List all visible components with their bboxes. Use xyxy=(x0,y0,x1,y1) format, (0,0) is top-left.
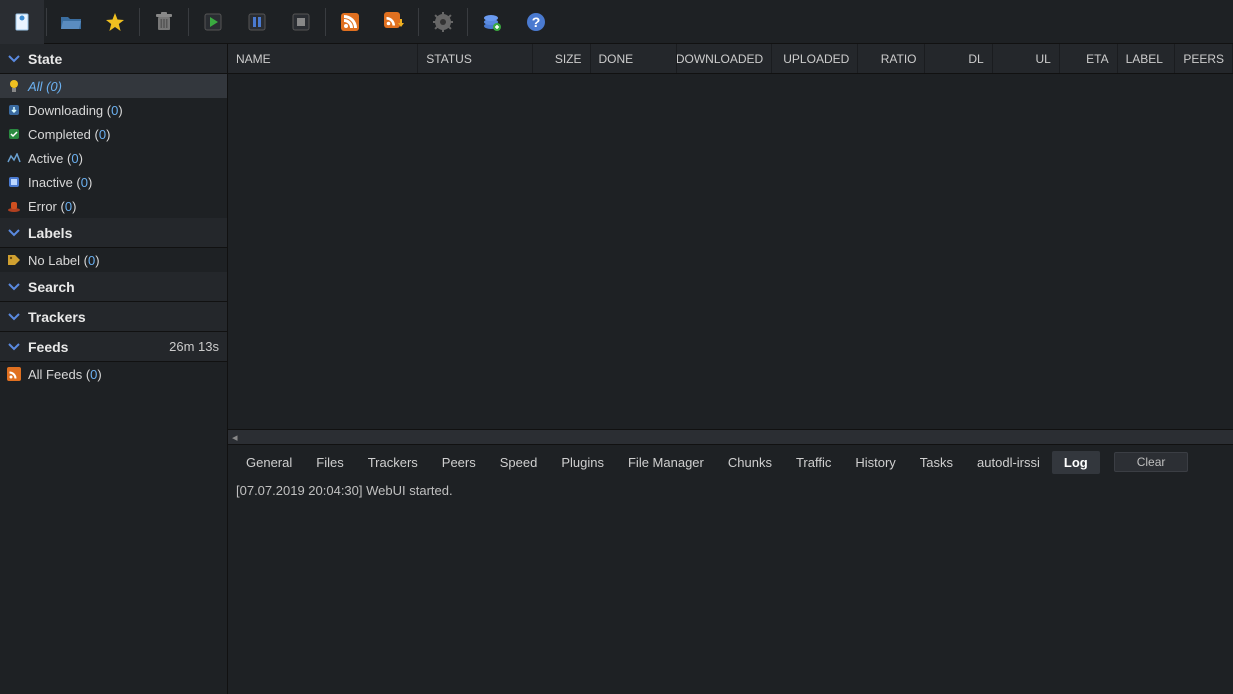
create-torrent-button[interactable] xyxy=(93,0,137,44)
sidebar-item-label: Inactive xyxy=(28,175,73,190)
sidebar-item-label: All Feeds xyxy=(28,367,82,382)
sidebar-state-header[interactable]: State xyxy=(0,44,227,74)
sidebar-item-active[interactable]: Active (0) xyxy=(0,146,227,170)
tab-history[interactable]: History xyxy=(843,451,907,474)
bottom-panel: GeneralFilesTrackersPeersSpeedPluginsFil… xyxy=(228,444,1233,694)
sidebar-search-header[interactable]: Search xyxy=(0,272,227,302)
column-header-dl[interactable]: DL xyxy=(925,44,992,73)
tab-speed[interactable]: Speed xyxy=(488,451,550,474)
rss-button[interactable] xyxy=(328,0,372,44)
help-button[interactable]: ? xyxy=(514,0,558,44)
toolbar: ? xyxy=(0,0,1233,44)
download-icon xyxy=(6,102,22,118)
sidebar-item-completed[interactable]: Completed (0) xyxy=(0,122,227,146)
open-folder-button[interactable] xyxy=(49,0,93,44)
labels-header-label: Labels xyxy=(28,225,72,241)
sidebar-item-label: Error xyxy=(28,199,57,214)
torrent-table-body[interactable] xyxy=(228,74,1233,429)
column-header-status[interactable]: STATUS xyxy=(418,44,533,73)
sidebar-item-nolabel[interactable]: No Label (0) xyxy=(0,248,227,272)
tag-icon xyxy=(6,252,22,268)
trackers-header-label: Trackers xyxy=(28,309,86,325)
sidebar-item-all[interactable]: All (0) xyxy=(0,74,227,98)
add-torrent-button[interactable] xyxy=(0,0,44,44)
plugins-button[interactable] xyxy=(470,0,514,44)
column-header-uploaded[interactable]: UPLOADED xyxy=(772,44,858,73)
feeds-header-label: Feeds xyxy=(28,339,68,355)
column-header-ratio[interactable]: RATIO xyxy=(858,44,925,73)
sidebar-labels-header[interactable]: Labels xyxy=(0,218,227,248)
sidebar-item-label: No Label xyxy=(28,253,80,268)
feeds-timer: 26m 13s xyxy=(169,339,219,354)
column-header-eta[interactable]: ETA xyxy=(1060,44,1118,73)
search-header-label: Search xyxy=(28,279,75,295)
sidebar-item-label: All xyxy=(28,79,42,94)
log-output: [07.07.2019 20:04:30] WebUI started. xyxy=(228,479,1233,694)
main-area: NAMESTATUSSIZEDONEDOWNLOADEDUPLOADEDRATI… xyxy=(228,44,1233,694)
active-icon xyxy=(6,150,22,166)
inactive-icon xyxy=(6,174,22,190)
settings-button[interactable] xyxy=(421,0,465,44)
bulb-icon xyxy=(6,78,22,94)
svg-text:?: ? xyxy=(532,14,541,30)
tab-tasks[interactable]: Tasks xyxy=(908,451,965,474)
sidebar-item-downloading[interactable]: Downloading (0) xyxy=(0,98,227,122)
column-header-label[interactable]: LABEL xyxy=(1118,44,1176,73)
sidebar-item-allfeeds[interactable]: All Feeds (0) xyxy=(0,362,227,386)
chevron-down-icon xyxy=(8,311,20,323)
tab-autodl-irssi[interactable]: autodl-irssi xyxy=(965,451,1052,474)
chevron-down-icon xyxy=(8,281,20,293)
tab-file-manager[interactable]: File Manager xyxy=(616,451,716,474)
tab-trackers[interactable]: Trackers xyxy=(356,451,430,474)
sidebar-item-label: Downloading xyxy=(28,103,103,118)
log-line: [07.07.2019 20:04:30] WebUI started. xyxy=(236,483,1225,498)
tab-log[interactable]: Log xyxy=(1052,451,1100,474)
torrent-table-header: NAMESTATUSSIZEDONEDOWNLOADEDUPLOADEDRATI… xyxy=(228,44,1233,74)
pause-button[interactable] xyxy=(235,0,279,44)
column-header-size[interactable]: SIZE xyxy=(533,44,591,73)
rss-download-button[interactable] xyxy=(372,0,416,44)
tab-traffic[interactable]: Traffic xyxy=(784,451,843,474)
error-icon xyxy=(6,198,22,214)
remove-button[interactable] xyxy=(142,0,186,44)
column-header-peers[interactable]: PEERS xyxy=(1175,44,1233,73)
check-icon xyxy=(6,126,22,142)
column-header-ul[interactable]: UL xyxy=(993,44,1060,73)
sidebar-item-label: Completed xyxy=(28,127,91,142)
start-button[interactable] xyxy=(191,0,235,44)
tab-files[interactable]: Files xyxy=(304,451,355,474)
clear-log-button[interactable]: Clear xyxy=(1114,452,1189,472)
column-header-name[interactable]: NAME xyxy=(228,44,418,73)
sidebar: State All (0) Downloading (0) Completed … xyxy=(0,44,228,694)
chevron-down-icon xyxy=(8,341,20,353)
horizontal-scrollbar[interactable]: ◂ xyxy=(228,429,1233,444)
tab-peers[interactable]: Peers xyxy=(430,451,488,474)
detail-tabs: GeneralFilesTrackersPeersSpeedPluginsFil… xyxy=(228,445,1233,479)
sidebar-item-label: Active xyxy=(28,151,63,166)
column-header-done[interactable]: DONE xyxy=(591,44,677,73)
tab-chunks[interactable]: Chunks xyxy=(716,451,784,474)
tab-plugins[interactable]: Plugins xyxy=(549,451,616,474)
sidebar-item-error[interactable]: Error (0) xyxy=(0,194,227,218)
tab-general[interactable]: General xyxy=(234,451,304,474)
column-header-downloaded[interactable]: DOWNLOADED xyxy=(677,44,773,73)
sidebar-feeds-header[interactable]: Feeds 26m 13s xyxy=(0,332,227,362)
state-header-label: State xyxy=(28,51,62,67)
stop-button[interactable] xyxy=(279,0,323,44)
chevron-down-icon xyxy=(8,53,20,65)
chevron-down-icon xyxy=(8,227,20,239)
sidebar-item-inactive[interactable]: Inactive (0) xyxy=(0,170,227,194)
rss-icon xyxy=(6,366,22,382)
sidebar-trackers-header[interactable]: Trackers xyxy=(0,302,227,332)
